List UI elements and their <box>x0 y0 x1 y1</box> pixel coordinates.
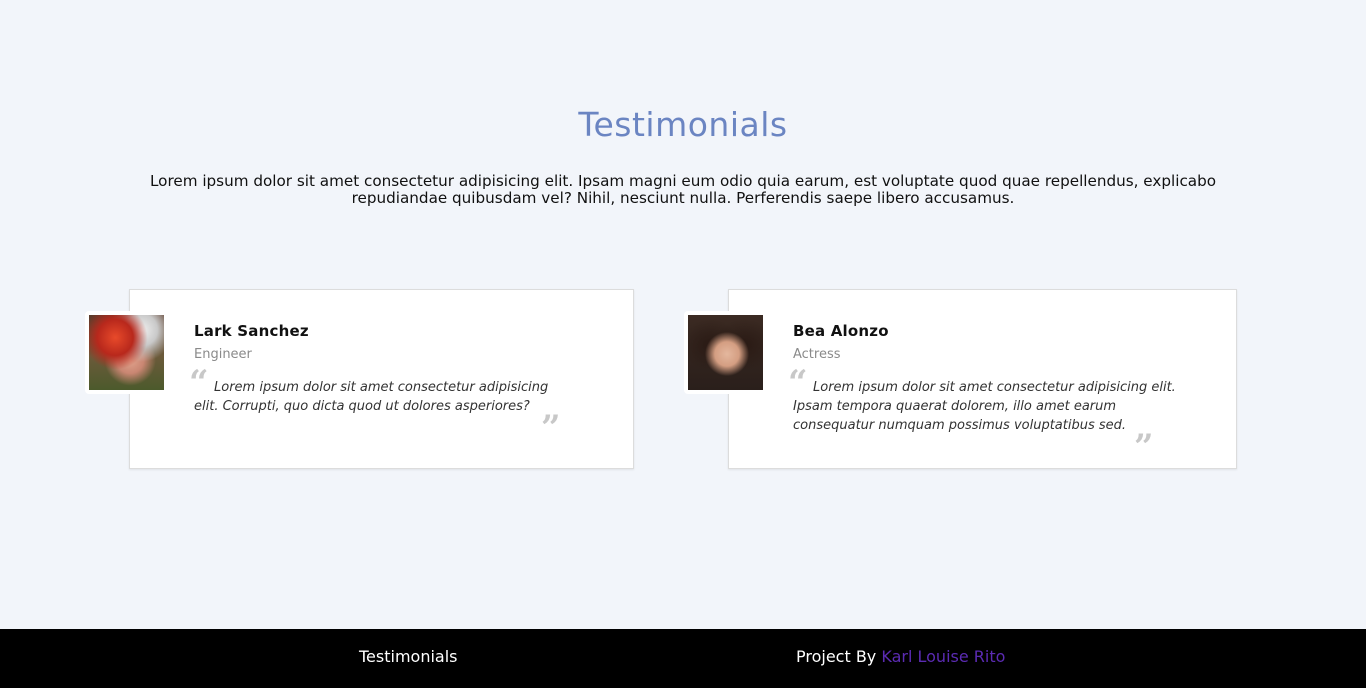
testimonial-card: Bea Alonzo Actress “ Lorem ipsum dolor s… <box>684 289 1237 469</box>
footer-credit-prefix: Project By <box>796 647 877 666</box>
testimonial-quote: Lorem ipsum dolor sit amet consectetur a… <box>194 380 549 414</box>
footer-credit: Project By Karl Louise Rito <box>796 647 1005 666</box>
close-quote-icon: ” <box>1134 427 1154 467</box>
testimonial-quote: Lorem ipsum dolor sit amet consectetur a… <box>793 380 1176 433</box>
testimonial-role: Actress <box>793 347 841 362</box>
testimonial-name: Lark Sanchez <box>194 322 309 340</box>
footer: Testimonials Project By Karl Louise Rito <box>0 629 1366 688</box>
avatar <box>688 315 763 390</box>
close-quote-icon: ” <box>541 408 561 448</box>
testimonial-role: Engineer <box>194 347 252 362</box>
author-link[interactable]: Karl Louise Rito <box>881 647 1005 666</box>
avatar <box>89 315 164 390</box>
testimonial-card: Lark Sanchez Engineer “ Lorem ipsum dolo… <box>85 289 634 469</box>
avatar-frame <box>85 311 168 394</box>
page: Testimonials Lorem ipsum dolor sit amet … <box>0 0 1366 688</box>
avatar-frame <box>684 311 767 394</box>
footer-title: Testimonials <box>359 647 458 666</box>
section-intro: Lorem ipsum dolor sit amet consectetur a… <box>149 172 1217 207</box>
testimonial-name: Bea Alonzo <box>793 322 889 340</box>
section-title: Testimonials <box>578 105 788 144</box>
